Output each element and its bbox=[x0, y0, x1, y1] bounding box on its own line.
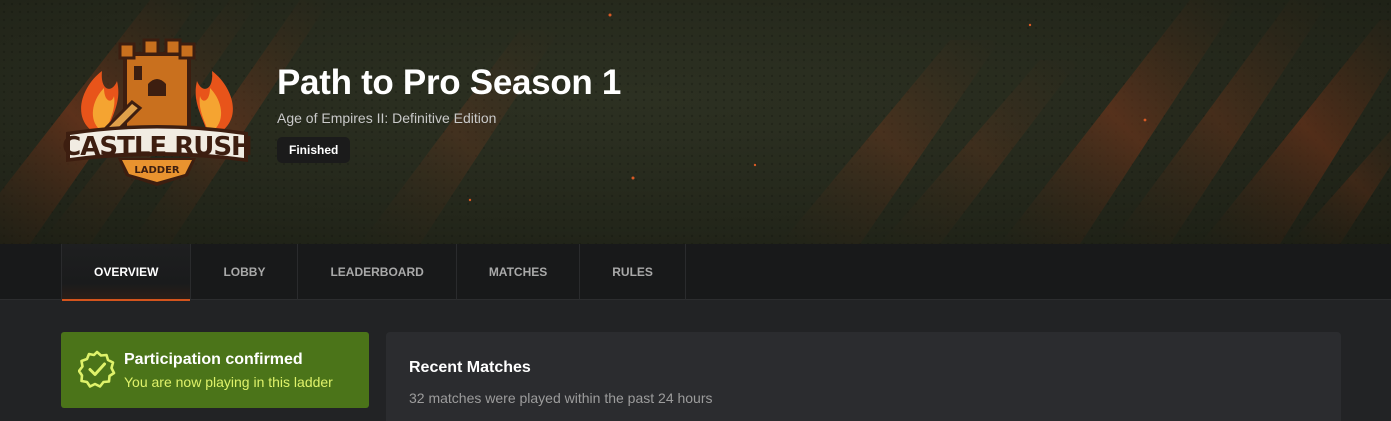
tab-matches[interactable]: MATCHES bbox=[457, 244, 581, 300]
tab-overview[interactable]: OVERVIEW bbox=[61, 244, 192, 301]
tab-leaderboard[interactable]: LEADERBOARD bbox=[298, 244, 457, 300]
tab-lobby[interactable]: LOBBY bbox=[191, 244, 299, 300]
recent-matches-summary: 32 matches were played within the past 2… bbox=[409, 390, 713, 406]
participation-card: Participation confirmed You are now play… bbox=[61, 332, 369, 408]
tab-label: OVERVIEW bbox=[94, 265, 159, 279]
castle-rush-logo: CASTLE RUSH LADDER bbox=[62, 38, 252, 186]
tab-label: LEADERBOARD bbox=[330, 265, 424, 279]
page-title: Path to Pro Season 1 bbox=[277, 63, 622, 102]
svg-text:CASTLE RUSH: CASTLE RUSH bbox=[62, 132, 252, 162]
tab-label: MATCHES bbox=[488, 265, 548, 279]
tab-rules[interactable]: RULES bbox=[580, 244, 686, 300]
svg-text:LADDER: LADDER bbox=[134, 165, 180, 176]
tab-bar: OVERVIEW LOBBY LEADERBOARD MATCHES RULES bbox=[61, 244, 686, 301]
tab-label: LOBBY bbox=[223, 265, 266, 279]
status-badge: Finished bbox=[277, 137, 351, 163]
recent-matches-title: Recent Matches bbox=[409, 359, 531, 376]
recent-matches-card: Recent Matches 32 matches were played wi… bbox=[386, 332, 1341, 421]
game-name: Age of Empires II: Definitive Edition bbox=[277, 110, 497, 126]
tab-label: RULES bbox=[612, 265, 653, 279]
ladder-nav: OVERVIEW LOBBY LEADERBOARD MATCHES RULES bbox=[0, 244, 1391, 301]
badge-check-icon bbox=[78, 350, 116, 388]
ladder-banner: CASTLE RUSH LADDER Path to Pro Season 1 … bbox=[0, 0, 1391, 244]
participation-subtitle: You are now playing in this ladder bbox=[124, 374, 333, 390]
participation-title: Participation confirmed bbox=[124, 351, 303, 368]
